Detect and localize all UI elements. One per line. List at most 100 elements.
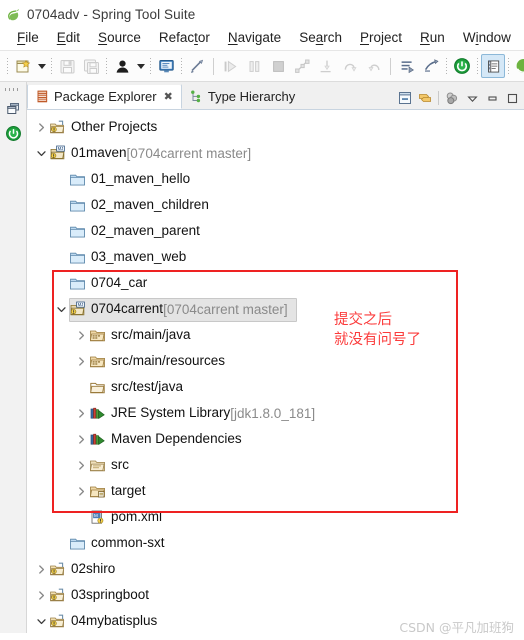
tree-item[interactable]: Other Projects bbox=[27, 114, 524, 140]
toolbar-grip-4[interactable] bbox=[147, 54, 154, 78]
twisty-collapsed-icon[interactable] bbox=[73, 322, 89, 348]
open-task-button[interactable] bbox=[481, 54, 505, 78]
menu-edit[interactable]: Edit bbox=[48, 29, 89, 47]
save-all-button[interactable] bbox=[79, 54, 103, 78]
step-over-button[interactable] bbox=[338, 54, 362, 78]
menu-navigate[interactable]: Navigate bbox=[219, 29, 290, 47]
fastbar-boot-dashboard-icon[interactable] bbox=[2, 122, 24, 144]
twisty-expanded-icon[interactable] bbox=[33, 140, 49, 166]
step-into-button[interactable] bbox=[314, 54, 338, 78]
tree-item[interactable]: M J 0704carrent [0704carrent master] bbox=[27, 296, 524, 322]
toolbar-grip-7[interactable] bbox=[474, 54, 481, 78]
disconnect-button[interactable] bbox=[290, 54, 314, 78]
folder-icon bbox=[69, 223, 86, 240]
tree-item[interactable]: 01_maven_hello bbox=[27, 166, 524, 192]
focus-on-active-task-button[interactable] bbox=[442, 87, 462, 109]
menu-file[interactable]: File bbox=[8, 29, 48, 47]
skip-breakpoints-button[interactable] bbox=[185, 54, 209, 78]
fast-view-bar bbox=[0, 82, 27, 633]
twisty-collapsed-icon[interactable] bbox=[73, 400, 89, 426]
new-wizard-button[interactable] bbox=[11, 54, 35, 78]
tree-item[interactable]: target bbox=[27, 478, 524, 504]
target-folder-icon bbox=[89, 483, 106, 500]
title-bar: 0704adv - Spring Tool Suite bbox=[0, 0, 524, 26]
toolbar-grip-3[interactable] bbox=[103, 54, 110, 78]
step-return-button[interactable] bbox=[362, 54, 386, 78]
menu-refactor[interactable]: Refactor bbox=[150, 29, 219, 47]
resume-button[interactable] bbox=[218, 54, 242, 78]
tree-item[interactable]: common-sxt bbox=[27, 530, 524, 556]
spring-refresh-button[interactable] bbox=[512, 54, 524, 78]
minimize-view-button[interactable] bbox=[482, 87, 502, 109]
twisty-collapsed-icon[interactable] bbox=[33, 556, 49, 582]
menu-window[interactable]: Window bbox=[454, 29, 520, 47]
close-icon[interactable]: ✖ bbox=[164, 90, 173, 103]
twisty-collapsed-icon[interactable] bbox=[33, 582, 49, 608]
twisty-collapsed-icon[interactable] bbox=[73, 426, 89, 452]
menu-source[interactable]: Source bbox=[89, 29, 150, 47]
next-annotation-button[interactable] bbox=[395, 54, 419, 78]
svg-text:M: M bbox=[94, 512, 98, 517]
menu-project[interactable]: Project bbox=[351, 29, 411, 47]
menu-search[interactable]: Search bbox=[290, 29, 351, 47]
type-hierarchy-icon bbox=[190, 90, 203, 103]
suspend-button[interactable] bbox=[242, 54, 266, 78]
tree-item[interactable]: JRE System Library [jdk1.8.0_181] bbox=[27, 400, 524, 426]
collapse-all-button[interactable] bbox=[395, 87, 415, 109]
new-wizard-dropdown[interactable] bbox=[35, 54, 48, 78]
project-tree[interactable]: Other Projects M J 01maven [0704carrent mas… bbox=[27, 110, 524, 633]
twisty-none-icon bbox=[53, 192, 69, 218]
menu-run[interactable]: Run bbox=[411, 29, 454, 47]
twisty-collapsed-icon[interactable] bbox=[73, 478, 89, 504]
svg-text:J: J bbox=[61, 146, 63, 151]
twisty-expanded-icon[interactable] bbox=[33, 608, 49, 633]
toolbar-grip-2[interactable] bbox=[48, 54, 55, 78]
tree-item[interactable]: M J 01maven [0704carrent master] bbox=[27, 140, 524, 166]
main-area: Package Explorer ✖ Type Hierarchy Other … bbox=[0, 82, 524, 633]
tree-item-label: 03_maven_web bbox=[91, 249, 187, 265]
tab-type-hierarchy[interactable]: Type Hierarchy bbox=[182, 83, 303, 109]
previous-annotation-button[interactable] bbox=[419, 54, 443, 78]
tab-label-package-explorer: Package Explorer bbox=[54, 89, 157, 104]
tab-package-explorer[interactable]: Package Explorer ✖ bbox=[27, 83, 182, 109]
toolbar-grip-5[interactable] bbox=[178, 54, 185, 78]
open-console-button[interactable] bbox=[154, 54, 178, 78]
toolbar-grip[interactable] bbox=[4, 54, 11, 78]
tree-item[interactable]: src/main/java bbox=[27, 322, 524, 348]
tree-item[interactable]: Maven Dependencies bbox=[27, 426, 524, 452]
tree-item[interactable]: src/test/java bbox=[27, 374, 524, 400]
twisty-collapsed-icon[interactable] bbox=[33, 114, 49, 140]
boot-dashboard-button[interactable] bbox=[450, 54, 474, 78]
tree-item[interactable]: src bbox=[27, 452, 524, 478]
tree-item[interactable]: 02shiro bbox=[27, 556, 524, 582]
twisty-collapsed-icon[interactable] bbox=[73, 348, 89, 374]
tree-item-label: src bbox=[111, 457, 129, 473]
user-account-button[interactable] bbox=[110, 54, 134, 78]
tree-item[interactable]: src/main/resources bbox=[27, 348, 524, 374]
twisty-collapsed-icon[interactable] bbox=[73, 452, 89, 478]
terminate-button[interactable] bbox=[266, 54, 290, 78]
restore-view-icon[interactable] bbox=[2, 97, 24, 119]
fast-view-grip[interactable] bbox=[4, 84, 22, 94]
tree-item[interactable]: 0704_car bbox=[27, 270, 524, 296]
tree-item-suffix: [0704carrent master] bbox=[126, 145, 252, 161]
tree-item-suffix: [0704carrent master] bbox=[163, 301, 288, 317]
tree-item-label: 02_maven_children bbox=[91, 197, 209, 213]
save-button[interactable] bbox=[55, 54, 79, 78]
view-menu-button[interactable] bbox=[462, 87, 482, 109]
tree-item[interactable]: 02_maven_children bbox=[27, 192, 524, 218]
tree-item[interactable]: Mpom.xml bbox=[27, 504, 524, 530]
folder-icon bbox=[69, 275, 86, 292]
folder-icon bbox=[69, 535, 86, 552]
tree-item[interactable]: 03springboot bbox=[27, 582, 524, 608]
tree-item[interactable]: 03_maven_web bbox=[27, 244, 524, 270]
tree-item[interactable]: 02_maven_parent bbox=[27, 218, 524, 244]
twisty-expanded-icon[interactable] bbox=[53, 296, 69, 322]
toolbar-grip-6[interactable] bbox=[443, 54, 450, 78]
toolbar-grip-8[interactable] bbox=[505, 54, 512, 78]
maximize-view-button[interactable] bbox=[502, 87, 522, 109]
link-with-editor-button[interactable] bbox=[415, 87, 435, 109]
menu-bar: File Edit Source Refactor Navigate Searc… bbox=[0, 26, 524, 51]
tree-item-label: JRE System Library bbox=[111, 405, 231, 421]
user-account-dropdown[interactable] bbox=[134, 54, 147, 78]
